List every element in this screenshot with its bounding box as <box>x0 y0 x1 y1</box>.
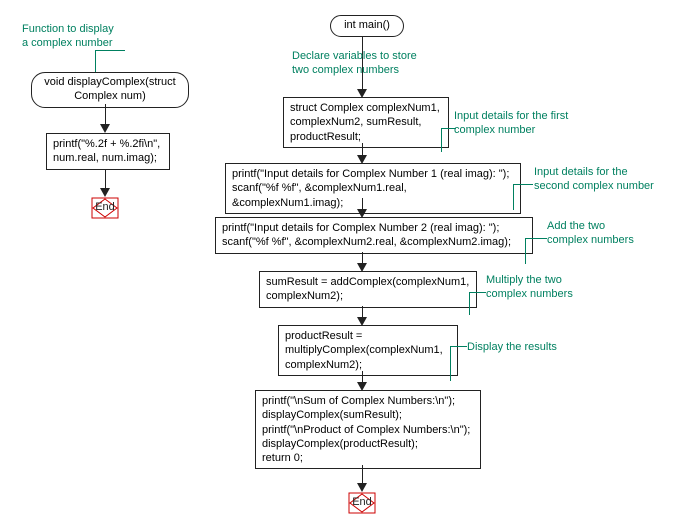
box-add: sumResult = addComplex(complexNum1, comp… <box>259 271 477 308</box>
end-node-right: End <box>347 491 377 515</box>
arrow-line-left-1 <box>105 104 106 126</box>
conn-line-left-1 <box>95 50 96 72</box>
arrow-line-left-2 <box>105 170 106 190</box>
arrow-line-r7 <box>362 465 363 485</box>
annotation-disp: Display the results <box>467 340 557 354</box>
annotation-input2: Input details for the second complex num… <box>534 165 654 194</box>
box-printf-display: printf("%.2f + %.2fi\n", num.real, num.i… <box>46 133 170 170</box>
conn-line-r5v <box>450 346 451 381</box>
arrow-left-1 <box>100 124 110 133</box>
conn-line-r1 <box>441 128 456 129</box>
annotation-add: Add the two complex numbers <box>547 219 634 248</box>
node-display-complex: void displayComplex(struct Complex num) <box>31 72 189 108</box>
node-int-main: int main() <box>330 15 404 37</box>
conn-line-r4 <box>469 292 486 293</box>
conn-line-r4v <box>469 292 470 315</box>
annotation-mul: Multiply the two complex numbers <box>486 273 573 302</box>
box-multiply: productResult = multiplyComplex(complexN… <box>278 325 458 376</box>
conn-line-r3 <box>525 238 547 239</box>
conn-line-r3v <box>525 238 526 264</box>
annotation-input1: Input details for the first complex numb… <box>454 109 568 138</box>
conn-line-r5 <box>450 346 467 347</box>
annotation-display-func: Function to display a complex number <box>22 22 114 51</box>
conn-line-r1v <box>441 128 442 152</box>
conn-line-r2 <box>513 184 533 185</box>
annotation-declare: Declare variables to store two complex n… <box>292 49 417 78</box>
end-node-left: End <box>90 196 120 220</box>
conn-line-left-1h <box>95 50 125 51</box>
box-input2: printf("Input details for Complex Number… <box>215 217 533 254</box>
box-input1: printf("Input details for Complex Number… <box>225 163 521 214</box>
box-declare-vars: struct Complex complexNum1, complexNum2,… <box>283 97 449 148</box>
box-display-results: printf("\nSum of Complex Numbers:\n"); d… <box>255 390 481 469</box>
conn-line-r2v <box>513 184 514 210</box>
end-label-left: End <box>90 201 120 213</box>
end-label-right: End <box>347 496 377 508</box>
